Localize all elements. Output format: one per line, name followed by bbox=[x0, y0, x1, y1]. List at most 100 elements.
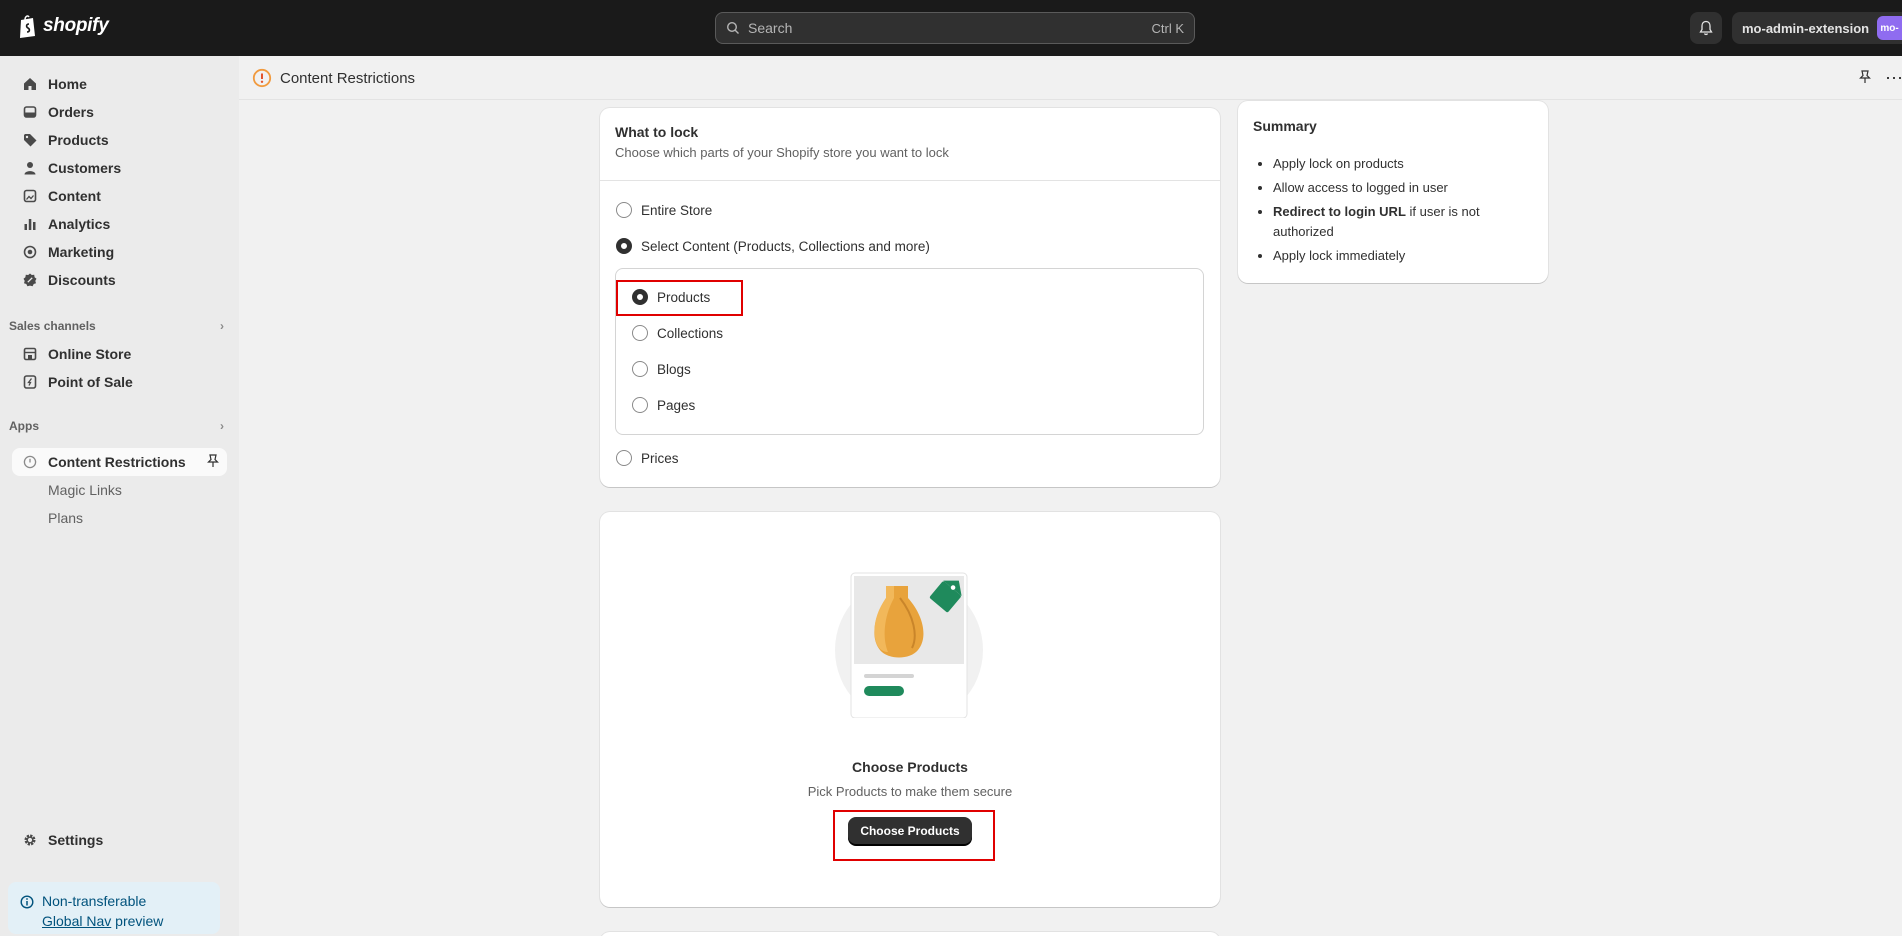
sidebar-item-label: Orders bbox=[48, 104, 94, 120]
sidebar-item-label: Home bbox=[48, 76, 87, 92]
sidebar-item-content-restrictions[interactable]: Content Restrictions bbox=[12, 448, 227, 476]
sidebar-item-discounts[interactable]: Discounts bbox=[12, 266, 227, 294]
summary-bold-text: Redirect to login URL bbox=[1273, 204, 1406, 219]
sidebar-item-plans[interactable]: Plans bbox=[12, 504, 227, 532]
summary-text: Allow access to logged in user bbox=[1273, 180, 1448, 195]
next-card bbox=[600, 932, 1220, 936]
page-title: Content Restrictions bbox=[280, 70, 416, 87]
sidebar-item-label: Plans bbox=[48, 510, 84, 526]
radio-button-selected[interactable] bbox=[616, 238, 632, 254]
summary-title: Summary bbox=[1253, 118, 1317, 134]
sidebar-item-settings[interactable]: Settings bbox=[12, 826, 227, 854]
sidebar-item-products[interactable]: Products bbox=[12, 126, 227, 154]
account-menu[interactable]: mo-admin-extension mo- bbox=[1732, 12, 1902, 44]
target-icon bbox=[22, 244, 38, 260]
content-restrictions-app-icon bbox=[22, 454, 38, 470]
sidebar-item-home[interactable]: Home bbox=[12, 70, 227, 98]
summary-card: Summary Apply lock on products Allow acc… bbox=[1238, 101, 1548, 283]
search-shortcut: Ctrl K bbox=[1151, 20, 1185, 36]
highlight-box bbox=[616, 280, 743, 316]
pin-icon[interactable] bbox=[1859, 70, 1871, 87]
info-icon bbox=[20, 894, 34, 914]
sidebar: Home Orders Products Customers Content A… bbox=[0, 56, 239, 936]
store-icon bbox=[22, 346, 38, 362]
chevron-right-icon: › bbox=[220, 419, 224, 433]
sidebar-item-label: Settings bbox=[48, 832, 104, 848]
search-icon bbox=[726, 21, 739, 34]
radio-button[interactable] bbox=[616, 202, 632, 218]
sidebar-item-customers[interactable]: Customers bbox=[12, 154, 227, 182]
section-label: Apps bbox=[9, 419, 39, 433]
radio-button[interactable] bbox=[632, 325, 648, 341]
sidebar-item-label: Magic Links bbox=[48, 482, 122, 498]
sidebar-item-orders[interactable]: Orders bbox=[12, 98, 227, 126]
sidebar-item-content[interactable]: Content bbox=[12, 182, 227, 210]
radio-button[interactable] bbox=[616, 450, 632, 466]
discount-icon bbox=[22, 272, 38, 288]
sidebar-item-label: Point of Sale bbox=[48, 374, 133, 390]
sidebar-item-label: Marketing bbox=[48, 244, 115, 260]
radio-entire-store[interactable]: Entire Store bbox=[616, 200, 712, 220]
avatar: mo- bbox=[1877, 16, 1902, 40]
notice-suffix: preview bbox=[115, 913, 164, 929]
shopify-logo[interactable]: shopify bbox=[18, 14, 109, 38]
empty-state-subtitle: Pick Products to make them secure bbox=[807, 784, 1013, 799]
summary-item: Apply lock immediately bbox=[1273, 246, 1523, 266]
content-icon bbox=[22, 188, 38, 204]
sidebar-item-label: Customers bbox=[48, 160, 122, 176]
radio-label: Pages bbox=[657, 397, 696, 413]
radio-prices[interactable]: Prices bbox=[616, 448, 679, 468]
notifications-button[interactable] bbox=[1690, 12, 1722, 44]
pin-icon[interactable] bbox=[207, 454, 219, 471]
sidebar-item-label: Discounts bbox=[48, 272, 116, 288]
brand-name: shopify bbox=[43, 15, 109, 36]
radio-select-content[interactable]: Select Content (Products, Collections an… bbox=[616, 236, 930, 256]
top-bar: shopify Search Ctrl K mo-admin-extension… bbox=[0, 0, 1902, 56]
sidebar-item-online-store[interactable]: Online Store bbox=[12, 340, 227, 368]
radio-pages[interactable]: Pages bbox=[632, 395, 695, 415]
summary-item: Redirect to login URL if user is not aut… bbox=[1273, 202, 1523, 242]
page-header: Content Restrictions ⋯ bbox=[239, 56, 1902, 100]
analytics-icon bbox=[22, 216, 38, 232]
content-restrictions-icon bbox=[252, 68, 272, 91]
sidebar-item-label: Analytics bbox=[48, 216, 111, 232]
radio-label: Blogs bbox=[657, 361, 691, 377]
radio-button[interactable] bbox=[632, 361, 648, 377]
sidebar-item-marketing[interactable]: Marketing bbox=[12, 238, 227, 266]
radio-label: Prices bbox=[641, 450, 679, 466]
radio-collections[interactable]: Collections bbox=[632, 323, 723, 343]
search-placeholder: Search bbox=[748, 20, 793, 36]
sidebar-item-point-of-sale[interactable]: Point of Sale bbox=[12, 368, 227, 396]
apps-header[interactable]: Apps › bbox=[9, 416, 224, 436]
summary-text: Apply lock on products bbox=[1273, 156, 1404, 171]
summary-list: Apply lock on products Allow access to l… bbox=[1273, 154, 1523, 270]
radio-button[interactable] bbox=[632, 397, 648, 413]
summary-item: Allow access to logged in user bbox=[1273, 178, 1523, 198]
divider bbox=[600, 180, 1220, 181]
sidebar-item-label: Online Store bbox=[48, 346, 132, 362]
sidebar-item-label: Content bbox=[48, 188, 101, 204]
radio-label: Collections bbox=[657, 325, 724, 341]
summary-text: Apply lock immediately bbox=[1273, 248, 1406, 263]
empty-state-title: Choose Products bbox=[852, 759, 968, 775]
summary-item: Apply lock on products bbox=[1273, 154, 1523, 174]
sidebar-item-analytics[interactable]: Analytics bbox=[12, 210, 227, 238]
shopify-bag-icon bbox=[20, 15, 35, 38]
section-label: Sales channels bbox=[9, 319, 96, 333]
sales-channels-header[interactable]: Sales channels › bbox=[9, 316, 224, 336]
account-name: mo-admin-extension bbox=[1742, 20, 1870, 36]
what-to-lock-card: What to lock Choose which parts of your … bbox=[600, 108, 1220, 487]
tag-icon bbox=[22, 132, 38, 148]
chevron-right-icon: › bbox=[220, 319, 224, 333]
choose-products-card: Choose Products Pick Products to make th… bbox=[600, 512, 1220, 907]
product-illustration bbox=[835, 572, 983, 718]
sidebar-item-label: Content Restrictions bbox=[48, 454, 186, 470]
radio-label: Entire Store bbox=[641, 202, 713, 218]
radio-blogs[interactable]: Blogs bbox=[632, 359, 691, 379]
sidebar-item-magic-links[interactable]: Magic Links bbox=[12, 476, 227, 504]
more-actions-icon[interactable]: ⋯ bbox=[1885, 68, 1902, 89]
orders-icon bbox=[22, 104, 38, 120]
search-input[interactable]: Search Ctrl K bbox=[715, 12, 1195, 44]
global-nav-link[interactable]: Global Nav bbox=[42, 913, 111, 929]
card-title: What to lock bbox=[615, 124, 699, 140]
